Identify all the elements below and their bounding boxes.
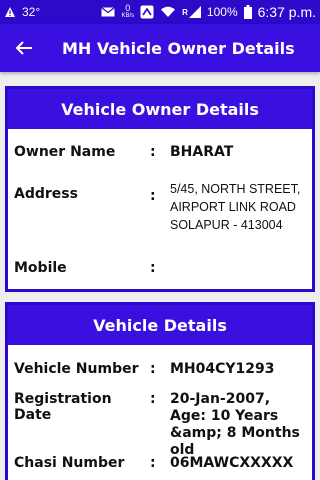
vehicle-number-value: MH04CY1293 <box>170 361 275 377</box>
app-notification-icon <box>140 5 154 19</box>
arrow-back-icon <box>15 41 32 55</box>
mobile-value <box>170 260 306 282</box>
network-type: R <box>182 7 188 17</box>
address-label: Address <box>14 186 78 202</box>
vehicle-details-card: Vehicle Details Vehicle Number : MH04CY1… <box>5 302 315 480</box>
vehicle-details-header: Vehicle Details <box>8 305 312 345</box>
mobile-row: Mobile : <box>8 260 312 282</box>
net-speed-unit: KB/s <box>121 13 135 19</box>
chasi-number-value: 06MAWCXXXXX <box>170 455 294 471</box>
registration-date-value: 20-Jan-2007, Age: 10 Years &amp; 8 Month… <box>170 391 300 458</box>
chasi-number-colon: : <box>150 455 156 471</box>
owner-name-value: BHARAT <box>170 144 234 160</box>
registration-date-label: Registration Date <box>14 391 112 423</box>
vehicle-number-row: Vehicle Number : MH04CY1293 <box>8 361 312 391</box>
status-bar: 32° 0 KB/s R 100% 6:37 p.m. <box>0 0 320 24</box>
warning-icon <box>4 6 16 18</box>
address-row: Address : 5/45, NORTH STREET, AIRPORT LI… <box>8 180 312 244</box>
mail-icon <box>101 7 116 17</box>
wifi-icon <box>160 6 176 18</box>
mobile-colon: : <box>150 260 156 276</box>
registration-date-row: Registration Date : 20-Jan-2007, Age: 10… <box>8 391 312 458</box>
owner-name-label: Owner Name <box>14 144 116 160</box>
address-colon: : <box>150 188 156 204</box>
back-button[interactable] <box>0 24 48 72</box>
net-speed-value: 0 <box>125 3 131 13</box>
battery-icon <box>243 5 252 19</box>
scroll-content[interactable]: Vehicle Owner Details Owner Name : BHARA… <box>0 72 320 480</box>
owner-details-card: Vehicle Owner Details Owner Name : BHARA… <box>5 86 315 292</box>
chasi-number-label: Chasi Number <box>14 455 125 471</box>
mobile-label: Mobile <box>14 260 67 276</box>
address-value: 5/45, NORTH STREET, AIRPORT LINK ROAD SO… <box>170 182 301 232</box>
vehicle-number-colon: : <box>150 361 156 377</box>
clock-text: 6:37 p.m. <box>257 4 316 20</box>
chasi-number-row: Chasi Number : 06MAWCXXXXX <box>8 455 312 477</box>
temperature-text: 32° <box>22 5 41 19</box>
battery-text: 100% <box>206 5 238 19</box>
owner-name-colon: : <box>150 144 156 160</box>
app-bar: MH Vehicle Owner Details <box>0 24 320 72</box>
signal-icon: R <box>182 6 201 18</box>
net-speed: 0 KB/s <box>121 4 134 20</box>
owner-name-row: Owner Name : BHARAT <box>8 144 312 172</box>
page-title: MH Vehicle Owner Details <box>62 38 295 58</box>
vehicle-number-label: Vehicle Number <box>14 361 139 377</box>
registration-date-colon: : <box>150 391 156 407</box>
owner-details-header: Vehicle Owner Details <box>8 89 312 129</box>
